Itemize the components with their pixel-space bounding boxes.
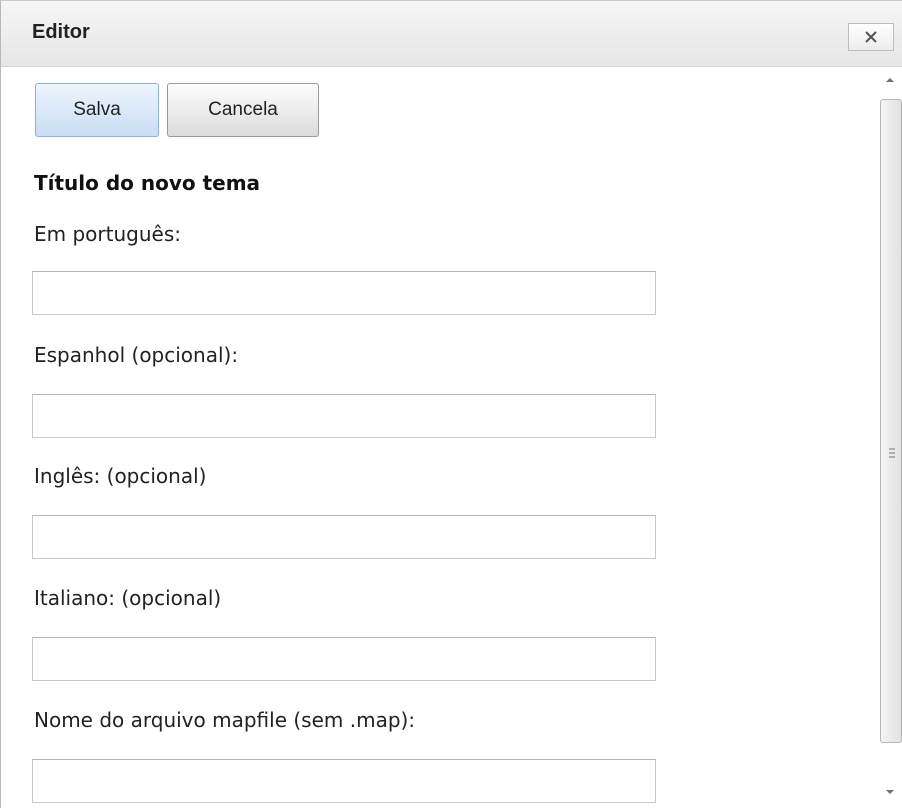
cancel-button[interactable]: Cancela <box>167 83 319 137</box>
dialog-titlebar[interactable]: Editor <box>1 1 902 67</box>
chevron-down-icon <box>886 790 894 794</box>
close-button[interactable] <box>848 23 894 51</box>
spanish-title-input[interactable] <box>32 394 656 438</box>
portuguese-label: Em português: <box>34 222 181 246</box>
mapfile-name-input[interactable] <box>32 759 656 803</box>
english-label: Inglês: (opcional) <box>34 464 207 488</box>
chevron-up-icon <box>886 78 894 82</box>
scroll-down-button[interactable] <box>877 781 902 803</box>
editor-dialog: Editor Salva Cancela Título do novo tema… <box>0 0 902 809</box>
italian-label: Italiano: (opcional) <box>34 586 222 610</box>
grip-icon <box>889 448 895 458</box>
save-button[interactable]: Salva <box>35 83 159 137</box>
portuguese-title-input[interactable] <box>32 271 656 315</box>
save-button-label: Salva <box>73 99 121 120</box>
scroll-up-button[interactable] <box>877 69 902 91</box>
spanish-label: Espanhol (opcional): <box>34 343 239 367</box>
italian-title-input[interactable] <box>32 637 656 681</box>
dialog-content: Salva Cancela Título do novo tema Em por… <box>1 67 877 809</box>
english-title-input[interactable] <box>32 515 656 559</box>
dialog-title: Editor <box>32 21 90 43</box>
section-title: Título do novo tema <box>34 171 261 195</box>
mapfile-label: Nome do arquivo mapfile (sem .map): <box>34 708 416 732</box>
vertical-scrollbar[interactable] <box>877 67 902 809</box>
scroll-thumb[interactable] <box>880 99 902 743</box>
close-icon <box>865 31 877 43</box>
cancel-button-label: Cancela <box>208 99 278 120</box>
